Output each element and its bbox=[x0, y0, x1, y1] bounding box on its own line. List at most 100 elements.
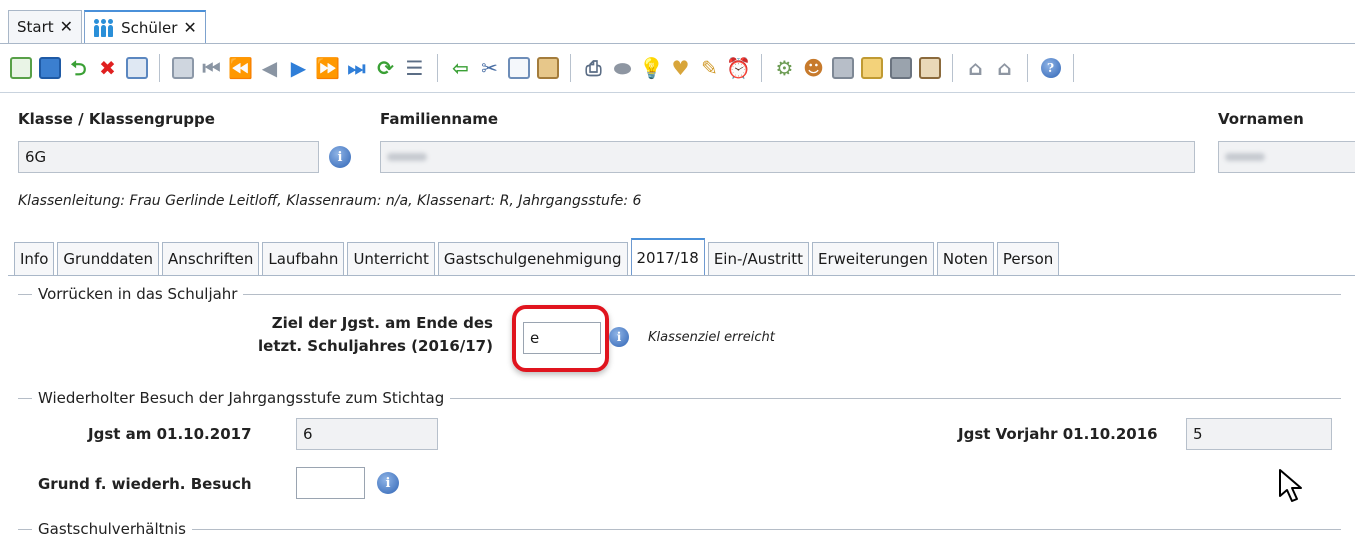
tab-laufbahn[interactable]: Laufbahn bbox=[262, 242, 345, 276]
tab-2017-18[interactable]: 2017/18 bbox=[630, 238, 705, 276]
familienname-label: Familienname bbox=[380, 110, 499, 128]
ziel-note: Klassenziel erreicht bbox=[648, 330, 775, 345]
students-icon bbox=[93, 18, 115, 37]
mouse-cursor-icon bbox=[1279, 469, 1302, 502]
section-vorruecken-title: Vorrücken in das Schuljahr bbox=[38, 285, 238, 303]
home-icon[interactable]: ⌂ bbox=[963, 56, 988, 81]
form-tabs: Info Grunddaten Anschriften Laufbahn Unt… bbox=[14, 238, 1062, 276]
jgst-field[interactable]: 6 bbox=[296, 418, 438, 450]
vorjahr-value: 5 bbox=[1193, 425, 1203, 443]
toolbar-separator bbox=[761, 54, 762, 82]
toolbar-separator bbox=[159, 54, 160, 82]
grund-input[interactable] bbox=[296, 467, 365, 499]
grund-label: Grund f. wiederh. Besuch bbox=[38, 475, 252, 493]
next-icon[interactable]: ▶ bbox=[286, 56, 311, 81]
toolbar-divider bbox=[0, 92, 1355, 93]
document-tabs: Start ✕ Schüler ✕ bbox=[8, 10, 206, 43]
tab-unterricht[interactable]: Unterricht bbox=[347, 242, 435, 276]
klassen-info-text: Klassenleitung: Frau Gerlinde Leitloff, … bbox=[18, 193, 642, 209]
close-icon[interactable]: ✕ bbox=[60, 19, 73, 35]
list-icon[interactable]: ☰ bbox=[402, 56, 427, 81]
cut-icon[interactable]: ✂ bbox=[477, 56, 502, 81]
klasse-field[interactable]: 6G bbox=[18, 141, 319, 173]
vorjahr-label: Jgst Vorjahr 01.10.2016 bbox=[958, 425, 1158, 443]
familienname-field[interactable] bbox=[380, 141, 1195, 173]
info-icon[interactable]: i bbox=[377, 472, 399, 494]
section-gastschul: Gastschulverhältnis bbox=[18, 519, 1341, 539]
book-icon[interactable] bbox=[888, 56, 913, 81]
fast-forward-icon[interactable]: ⏩ bbox=[315, 56, 340, 81]
klasse-value: 6G bbox=[25, 148, 47, 166]
disk-icon[interactable]: ⬬ bbox=[610, 56, 635, 81]
form-tabs-divider bbox=[8, 275, 1355, 276]
toolbar: ⮌ ✖ ⏮ ⏪ ◀ ▶ ⏩ ⏭ ⟳ ☰ ⇦ ✂ ⎙ ⬬ 💡 ♥ ✎ ⏰ ⚙ ☻ … bbox=[8, 50, 1080, 86]
user-icon[interactable]: ☻ bbox=[801, 56, 826, 81]
refresh-icon[interactable]: ⟳ bbox=[373, 56, 398, 81]
vornamen-field[interactable] bbox=[1218, 141, 1355, 173]
rewind-icon[interactable]: ⏪ bbox=[228, 56, 253, 81]
grid-icon[interactable] bbox=[830, 56, 855, 81]
section-wiederholter-title: Wiederholter Besuch der Jahrgangsstufe z… bbox=[38, 389, 445, 407]
vorjahr-field[interactable]: 5 bbox=[1186, 418, 1332, 450]
section-vorruecken: Vorrücken in das Schuljahr bbox=[18, 284, 1341, 304]
copy-icon[interactable] bbox=[506, 56, 531, 81]
section-wiederholter: Wiederholter Besuch der Jahrgangsstufe z… bbox=[18, 388, 1341, 408]
help-icon[interactable]: ? bbox=[1038, 56, 1063, 81]
list-edit-icon[interactable] bbox=[124, 56, 149, 81]
toolbar-separator bbox=[437, 54, 438, 82]
tab-grunddaten[interactable]: Grunddaten bbox=[57, 242, 160, 276]
ziel-label-line2: letzt. Schuljahres (2016/17) bbox=[258, 337, 493, 355]
undo-icon[interactable]: ⮌ bbox=[66, 56, 91, 81]
broom-icon[interactable]: ✎ bbox=[697, 56, 722, 81]
group-rule bbox=[450, 397, 1341, 399]
toolbar-separator bbox=[1073, 54, 1074, 82]
doc-tab-start[interactable]: Start ✕ bbox=[8, 10, 83, 43]
group-dash bbox=[18, 397, 32, 399]
klasse-label: Klasse / Klassengruppe bbox=[18, 110, 215, 128]
highlight-ring bbox=[512, 305, 609, 372]
tab-divider bbox=[0, 43, 1355, 44]
jgst-value: 6 bbox=[303, 425, 313, 443]
print-icon[interactable]: ⎙ bbox=[581, 56, 606, 81]
doc-tab-schueler[interactable]: Schüler ✕ bbox=[84, 10, 206, 43]
settings-icon[interactable]: ⚙ bbox=[772, 56, 797, 81]
section-gastschul-title: Gastschulverhältnis bbox=[38, 520, 187, 538]
info-icon[interactable]: i bbox=[329, 146, 351, 168]
id-card-icon[interactable] bbox=[917, 56, 942, 81]
previous-icon[interactable]: ◀ bbox=[257, 56, 282, 81]
calculator-icon[interactable] bbox=[170, 56, 195, 81]
toolbar-separator bbox=[570, 54, 571, 82]
tab-erweiterungen[interactable]: Erweiterungen bbox=[812, 242, 934, 276]
blurred-vorname bbox=[1225, 153, 1265, 161]
doc-tab-start-label: Start bbox=[17, 18, 54, 36]
blurred-name bbox=[387, 153, 427, 161]
save-icon[interactable] bbox=[37, 56, 62, 81]
close-icon[interactable]: ✕ bbox=[183, 19, 196, 36]
group-rule bbox=[192, 528, 1341, 530]
ziel-label-line1: Ziel der Jgst. am Ende des bbox=[271, 314, 493, 332]
delete-icon[interactable]: ✖ bbox=[95, 56, 120, 81]
lightbulb-icon[interactable]: 💡 bbox=[639, 56, 664, 81]
heart-icon[interactable]: ♥ bbox=[668, 56, 693, 81]
vornamen-label: Vornamen bbox=[1218, 110, 1304, 128]
home2-icon[interactable]: ⌂ bbox=[992, 56, 1017, 81]
tab-gastschulgenehmigung[interactable]: Gastschulgenehmigung bbox=[437, 242, 628, 276]
tab-info[interactable]: Info bbox=[14, 242, 55, 276]
doc-tab-schueler-label: Schüler bbox=[121, 18, 178, 37]
group-dash bbox=[18, 528, 32, 530]
back-arrow-icon[interactable]: ⇦ bbox=[448, 56, 473, 81]
toolbar-separator bbox=[1027, 54, 1028, 82]
first-icon[interactable]: ⏮ bbox=[199, 56, 224, 81]
group-rule bbox=[243, 293, 1341, 295]
tab-person[interactable]: Person bbox=[996, 242, 1060, 276]
alarm-clock-icon[interactable]: ⏰ bbox=[726, 56, 751, 81]
tab-anschriften[interactable]: Anschriften bbox=[162, 242, 260, 276]
export-icon[interactable] bbox=[859, 56, 884, 81]
tab-ein-austritt[interactable]: Ein-/Austritt bbox=[707, 242, 810, 276]
info-icon[interactable]: i bbox=[609, 327, 629, 347]
tab-noten[interactable]: Noten bbox=[936, 242, 994, 276]
toolbar-separator bbox=[952, 54, 953, 82]
new-icon[interactable] bbox=[8, 56, 33, 81]
paste-icon[interactable] bbox=[535, 56, 560, 81]
last-icon[interactable]: ⏭ bbox=[344, 56, 369, 81]
